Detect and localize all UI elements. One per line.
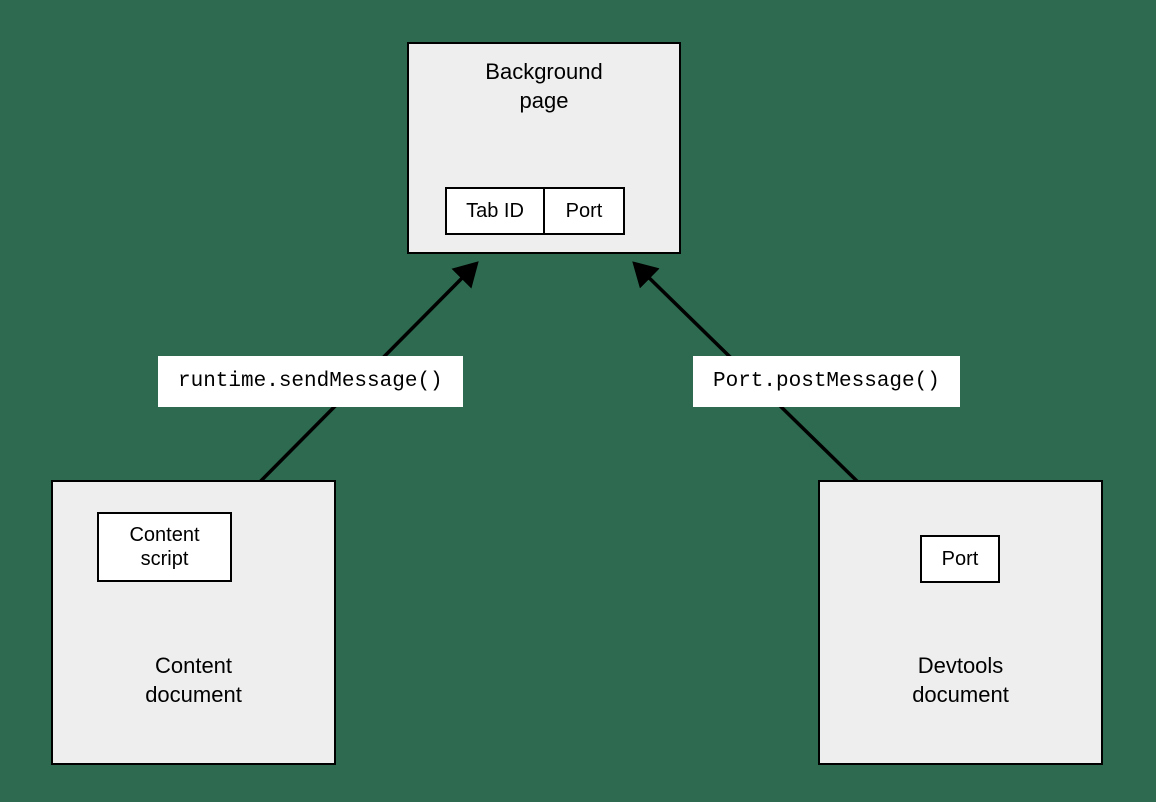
background-page-title: Backgroundpage	[409, 58, 679, 115]
content-document-title: Contentdocument	[53, 652, 334, 709]
content-script-label: Contentscript	[129, 523, 199, 571]
content-document-box: Contentscript Contentdocument	[51, 480, 336, 765]
devtools-document-box: Port Devtoolsdocument	[818, 480, 1103, 765]
devtools-port-label: Port	[942, 547, 979, 571]
tab-id-cell: Tab ID	[445, 187, 545, 235]
background-page-box: Backgroundpage Tab ID Port	[407, 42, 681, 254]
port-postmessage-label: Port.postMessage()	[693, 356, 960, 407]
devtools-port-cell: Port	[920, 535, 1000, 583]
content-script-cell: Contentscript	[97, 512, 232, 582]
devtools-document-title: Devtoolsdocument	[820, 652, 1101, 709]
bg-port-cell: Port	[543, 187, 625, 235]
tab-id-label: Tab ID	[466, 199, 524, 223]
bg-port-label: Port	[566, 199, 603, 223]
runtime-sendmessage-label: runtime.sendMessage()	[158, 356, 463, 407]
